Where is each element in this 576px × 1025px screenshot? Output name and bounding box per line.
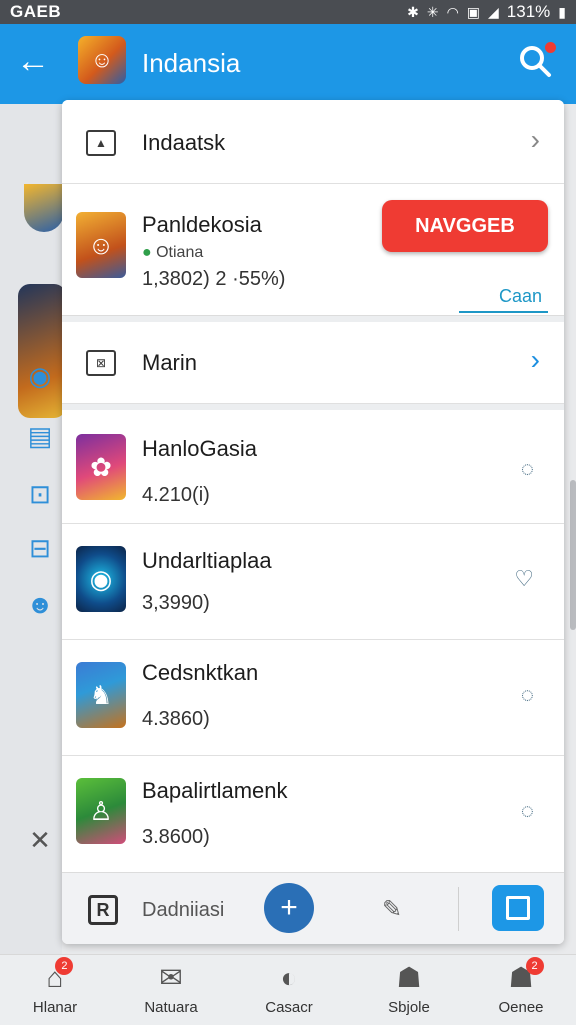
notification-dot: [545, 42, 556, 53]
grid-icon: ⊠: [86, 350, 116, 376]
game-rating: 3,3990): [142, 592, 210, 614]
signal-icon: ◢: [488, 3, 499, 20]
game-thumbnail: ♞: [76, 662, 126, 728]
bluetooth-icon: ✱: [407, 3, 419, 20]
game-title: HanloGasia: [142, 436, 257, 461]
heart-icon[interactable]: ♡: [514, 566, 534, 592]
vibrate-icon: ✳: [426, 3, 439, 20]
featured-stats: 1,3802) 2 ·55%): [142, 268, 286, 290]
nav-item-account[interactable]: ☗ 2 Oenee: [466, 957, 576, 1016]
game-thumbnail: ♙: [76, 778, 126, 844]
clean-link[interactable]: Caan: [458, 286, 548, 313]
home-icon: ⌂ 2: [47, 957, 74, 995]
game-rating: 3.8600): [142, 826, 210, 848]
location-icon[interactable]: ◉: [24, 360, 56, 392]
lock-icon[interactable]: ⊡: [24, 478, 56, 510]
chevron-right-icon: ›: [530, 124, 540, 155]
document-icon[interactable]: ▤: [24, 420, 56, 452]
game-thumbnail: ✿: [76, 434, 126, 500]
battery-level: 131%: [506, 2, 551, 21]
notification-badge: 2: [55, 957, 74, 975]
profile-icon[interactable]: ☻: [24, 588, 56, 620]
account-icon: ☗ 2: [508, 957, 544, 995]
nav-item-mail[interactable]: ✉ Natuara: [116, 961, 226, 1016]
game-row[interactable]: ◉ Undarltiaplaa 3,3990) ♡: [62, 524, 564, 640]
scrollbar[interactable]: [570, 480, 576, 630]
list-item-title: Indaatsk: [142, 130, 226, 155]
divider: [458, 887, 459, 931]
game-title: Undarltiaplaa: [142, 548, 272, 573]
game-row[interactable]: ✿ HanloGasia 4.210(i) ◌: [62, 404, 564, 524]
game-rating: 4.3860): [142, 708, 210, 730]
featured-title: Panldekosia: [142, 212, 262, 237]
list-item-title: Marin: [142, 350, 198, 375]
comment-icon[interactable]: ◌: [521, 456, 534, 482]
square-icon: [506, 896, 530, 920]
list-item-menu[interactable]: ⊠ Marin ›: [62, 316, 564, 404]
background-art: [24, 184, 64, 232]
wand-icon[interactable]: ✎: [382, 895, 402, 924]
notification-badge: 2: [525, 957, 544, 975]
battery-icon: ▮: [558, 3, 566, 20]
main-card: ▲ Indaatsk › ☺ Panldekosia ● Otiana 1,38…: [62, 100, 564, 944]
comment-icon[interactable]: ◌: [521, 798, 534, 824]
nav-label: Natuara: [144, 999, 198, 1016]
comment-icon[interactable]: ◌: [521, 682, 534, 708]
nav-label: Hlanar: [32, 999, 78, 1016]
navigate-button[interactable]: NAVGGEB: [382, 200, 548, 252]
search-button[interactable]: [518, 42, 556, 78]
tag-label: ● Otiana: [142, 244, 204, 261]
toolbar-label: Dadniiasi: [142, 899, 225, 921]
briefcase-icon[interactable]: ⊟: [24, 532, 56, 564]
tools-icon[interactable]: ✕: [24, 824, 56, 856]
game-row[interactable]: ♙ Bapalirtlamenk 3.8600) ◌: [62, 756, 564, 872]
game-title: Cedsnktkan: [142, 660, 259, 685]
app-bar: ← ☺ Indansia: [0, 24, 576, 104]
square-button[interactable]: [492, 885, 544, 931]
game-row[interactable]: ♞ Cedsnktkan 4.3860) ◌: [62, 640, 564, 756]
carrier-label: GAEB: [10, 2, 62, 21]
image-icon: ▲: [86, 130, 116, 156]
game-title: Bapalirtlamenk: [142, 778, 288, 803]
back-arrow-icon[interactable]: ←: [16, 44, 50, 78]
chevron-right-icon: ›: [530, 344, 540, 375]
nav-label: Oenee: [498, 999, 544, 1016]
background-game-art: [18, 284, 66, 418]
background-side-panel: ◉ ▤ ⊡ ⊟ ☻ ✕: [0, 104, 66, 954]
nav-label: Sbjole: [388, 999, 430, 1016]
game-thumbnail: ◉: [76, 546, 126, 612]
nav-label: Casacr: [265, 999, 313, 1016]
add-button[interactable]: +: [264, 883, 314, 933]
wifi-icon: ◠: [446, 3, 459, 20]
nav-item-profile[interactable]: ☗ Sbjole: [354, 961, 464, 1016]
nav-item-home[interactable]: ⌂ 2 Hlanar: [0, 957, 110, 1016]
brand-logo-icon[interactable]: R: [88, 895, 118, 925]
nav-item-discover[interactable]: ◐ Casacr: [234, 961, 344, 1016]
game-rating: 4.210(i): [142, 484, 210, 506]
mail-icon: ✉: [159, 962, 183, 993]
compass-icon: ◐: [280, 962, 298, 993]
status-bar: GAEB ✱ ✳ ◠ ▣ ◢ 131% ▮: [0, 0, 576, 24]
app-logo: ☺: [78, 36, 126, 84]
card-toolbar: R Dadniiasi + ✎: [62, 872, 564, 944]
game-thumbnail: ☺: [76, 212, 126, 278]
nfc-icon: ▣: [466, 3, 481, 20]
person-icon: ☗: [396, 962, 422, 993]
list-item-first[interactable]: ▲ Indaatsk ›: [62, 100, 564, 184]
bottom-navigation: ⌂ 2 Hlanar ✉ Natuara ◐ Casacr ☗ Sbjole ☗ 2…: [0, 954, 576, 1025]
page-title: Indansia: [142, 48, 241, 78]
